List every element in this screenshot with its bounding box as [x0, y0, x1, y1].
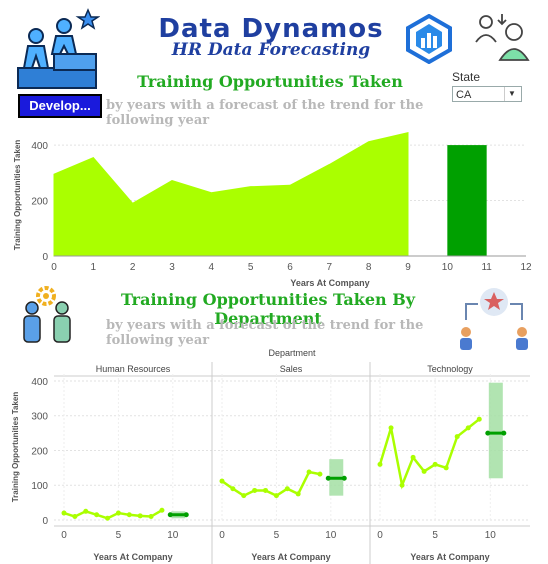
y-tick-label: 100: [31, 481, 48, 492]
data-point: [94, 512, 100, 518]
x-tick-label: 9: [405, 262, 411, 273]
state-select[interactable]: CA ▼: [452, 86, 522, 102]
data-point: [61, 510, 67, 516]
x-axis-title: Years At Company: [251, 552, 330, 562]
data-point: [241, 493, 247, 499]
data-point: [295, 491, 301, 497]
data-point: [159, 507, 165, 513]
chart1-title: Training Opportunities Taken: [137, 72, 403, 91]
x-tick-label: 10: [167, 530, 179, 541]
forecast-point: [501, 430, 507, 436]
series-line-2: [378, 418, 481, 490]
state-select-value: CA: [456, 89, 472, 101]
forecast-point: [325, 475, 331, 481]
x-tick-label: 0: [51, 262, 57, 273]
y-tick-label: 300: [31, 412, 48, 423]
x-tick-label: 10: [325, 530, 337, 541]
x-tick-label: 5: [116, 530, 122, 541]
data-point: [230, 486, 236, 492]
forecast-point: [167, 512, 173, 518]
chart1-area-chart: 02004000 1 2 3 4 5 6 7 8 9 10 11 12Years At CompanyT…: [13, 131, 532, 288]
facet-label: Technology: [427, 364, 473, 374]
data-point: [105, 515, 111, 521]
career-steps-icon: [17, 8, 100, 89]
data-point: [137, 513, 143, 519]
facet-label: Human Resources: [96, 364, 171, 374]
x-tick-label: 1: [91, 262, 97, 273]
department-filter-button[interactable]: Develop...: [18, 94, 102, 118]
y-tick-label: 400: [31, 141, 48, 152]
y-tick-label: 200: [31, 197, 48, 208]
data-point: [388, 425, 394, 431]
data-point: [115, 510, 121, 516]
x-tick-label: 5: [248, 262, 254, 273]
forecast-bar: [447, 145, 487, 256]
data-point: [72, 514, 78, 520]
team-settings-icon: [23, 286, 71, 343]
data-point: [306, 469, 312, 475]
data-point: [273, 493, 279, 499]
y-axis-title: Training Opportunities Taken: [13, 140, 22, 251]
y-tick-label: 0: [42, 516, 48, 527]
chevron-down-icon[interactable]: ▼: [504, 87, 519, 101]
x-tick-label: 8: [366, 262, 372, 273]
data-point: [284, 486, 290, 492]
data-point: [148, 514, 154, 520]
x-tick-label: 6: [287, 262, 293, 273]
x-tick-label: 0: [61, 530, 67, 541]
data-point: [443, 465, 449, 471]
forecast-point: [485, 430, 491, 436]
y-tick-label: 400: [31, 377, 48, 388]
data-point: [421, 468, 427, 474]
forecast-point: [341, 475, 347, 481]
x-tick-label: 4: [209, 262, 215, 273]
x-tick-label: 10: [485, 530, 497, 541]
x-axis-title: Years At Company: [93, 552, 172, 562]
forecast-point: [183, 512, 189, 518]
brand-subtitle: HR Data Forecasting: [171, 40, 371, 60]
x-tick-label: 0: [377, 530, 383, 541]
x-tick-label: 11: [481, 262, 492, 273]
data-point: [476, 416, 482, 422]
forecast-band: [488, 382, 503, 479]
data-point: [317, 471, 323, 477]
facet-header-department: Department: [268, 348, 316, 358]
x-tick-label: 3: [169, 262, 175, 273]
x-tick-label: 5: [274, 530, 280, 541]
state-label: State: [452, 70, 481, 84]
chart2-faceted-line-chart: Department0100200300400Training Opportun…: [11, 348, 530, 564]
data-point: [126, 512, 132, 518]
data-point: [465, 425, 471, 431]
star-exchange-icon: [460, 288, 528, 350]
x-tick-label: 7: [327, 262, 333, 273]
x-axis-title: Years At Company: [290, 278, 369, 288]
x-tick-label: 5: [432, 530, 438, 541]
data-dynamos-logo-icon: [406, 14, 452, 64]
x-tick-label: 0: [219, 530, 225, 541]
x-tick-label: 12: [520, 262, 532, 273]
employee-user-icon: [475, 14, 530, 61]
data-point: [377, 461, 383, 467]
data-point: [410, 454, 416, 460]
data-point: [454, 434, 460, 440]
x-tick-label: 10: [442, 262, 454, 273]
data-point: [399, 482, 405, 488]
data-point: [263, 487, 269, 493]
data-point: [252, 487, 258, 493]
data-point: [83, 508, 89, 514]
facet-label: Sales: [280, 364, 303, 374]
series-line-1: [221, 470, 321, 498]
data-point: [219, 478, 225, 484]
series-line-0: [63, 509, 163, 520]
x-tick-label: 2: [130, 262, 136, 273]
series-area-actual: [53, 131, 409, 257]
y-tick-label: 200: [31, 446, 48, 457]
y-tick-label: 0: [42, 252, 48, 263]
y-axis-title: Training Opportunities Taken: [11, 392, 20, 503]
data-point: [432, 461, 438, 467]
x-axis-title: Years At Company: [410, 552, 489, 562]
chart1-subtitle: by years with a forecast of the trend fo…: [106, 98, 424, 128]
